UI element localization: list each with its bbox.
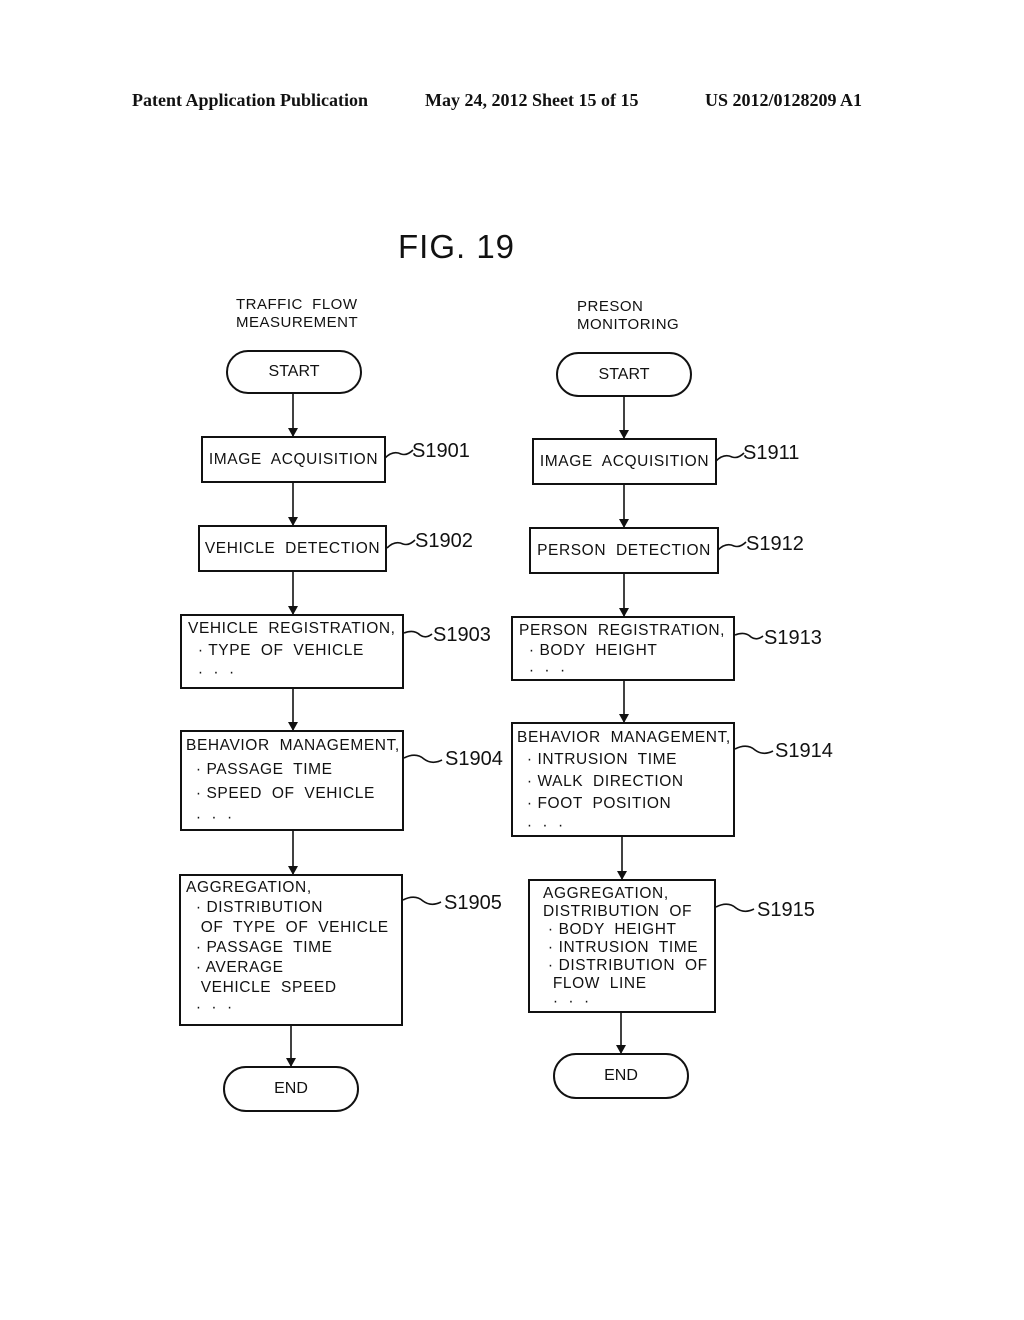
terminal-label: START bbox=[268, 363, 320, 380]
right-end-terminal: END bbox=[553, 1053, 689, 1099]
step-box-s1912: PERSON DETECTION bbox=[529, 527, 719, 574]
leader-s1914 bbox=[734, 745, 774, 755]
step-label-s1914: S1914 bbox=[775, 740, 833, 762]
leader-s1904 bbox=[403, 754, 443, 764]
left-end-terminal: END bbox=[223, 1066, 359, 1112]
step-label-s1912: S1912 bbox=[746, 533, 804, 555]
step-label-s1904: S1904 bbox=[445, 748, 503, 770]
step-box-s1914: BEHAVIOR MANAGEMENT, · INTRUSION TIME · … bbox=[511, 722, 735, 837]
step-label-s1902: S1902 bbox=[415, 530, 473, 552]
step-label-s1901: S1901 bbox=[412, 440, 470, 462]
step-box-s1905: AGGREGATION, · DISTRIBUTION OF TYPE OF V… bbox=[179, 874, 403, 1026]
leader-s1911 bbox=[715, 452, 745, 462]
leader-s1912 bbox=[717, 541, 747, 551]
step-box-s1913: PERSON REGISTRATION, · BODY HEIGHT · · · bbox=[511, 616, 735, 681]
step-box-s1915: AGGREGATION, DISTRIBUTION OF · BODY HEIG… bbox=[528, 879, 716, 1013]
leader-s1903 bbox=[403, 630, 433, 638]
right-start-terminal: START bbox=[556, 352, 692, 397]
step-box-s1904: BEHAVIOR MANAGEMENT, · PASSAGE TIME · SP… bbox=[180, 730, 404, 831]
leader-s1913 bbox=[734, 632, 764, 640]
step-box-s1901: IMAGE ACQUISITION bbox=[201, 436, 386, 483]
step-label-s1913: S1913 bbox=[764, 627, 822, 649]
step-label-s1911: S1911 bbox=[743, 442, 800, 464]
terminal-label: END bbox=[274, 1080, 308, 1097]
step-box-s1911: IMAGE ACQUISITION bbox=[532, 438, 717, 485]
left-flow-title: TRAFFIC FLOW MEASUREMENT bbox=[236, 296, 359, 331]
right-flow-title: PRESON MONITORING bbox=[577, 298, 680, 333]
leader-s1915 bbox=[715, 903, 755, 913]
step-label-s1905: S1905 bbox=[444, 892, 502, 914]
leader-s1901 bbox=[384, 449, 414, 459]
step-label-s1903: S1903 bbox=[433, 624, 491, 646]
leader-s1905 bbox=[402, 896, 442, 906]
terminal-label: START bbox=[598, 365, 650, 383]
terminal-label: END bbox=[604, 1067, 638, 1084]
leader-s1902 bbox=[386, 539, 416, 549]
step-label-s1915: S1915 bbox=[757, 899, 815, 921]
step-box-s1902: VEHICLE DETECTION bbox=[198, 525, 387, 572]
left-start-terminal: START bbox=[226, 350, 362, 394]
step-box-s1903: VEHICLE REGISTRATION, · TYPE OF VEHICLE … bbox=[180, 614, 404, 689]
